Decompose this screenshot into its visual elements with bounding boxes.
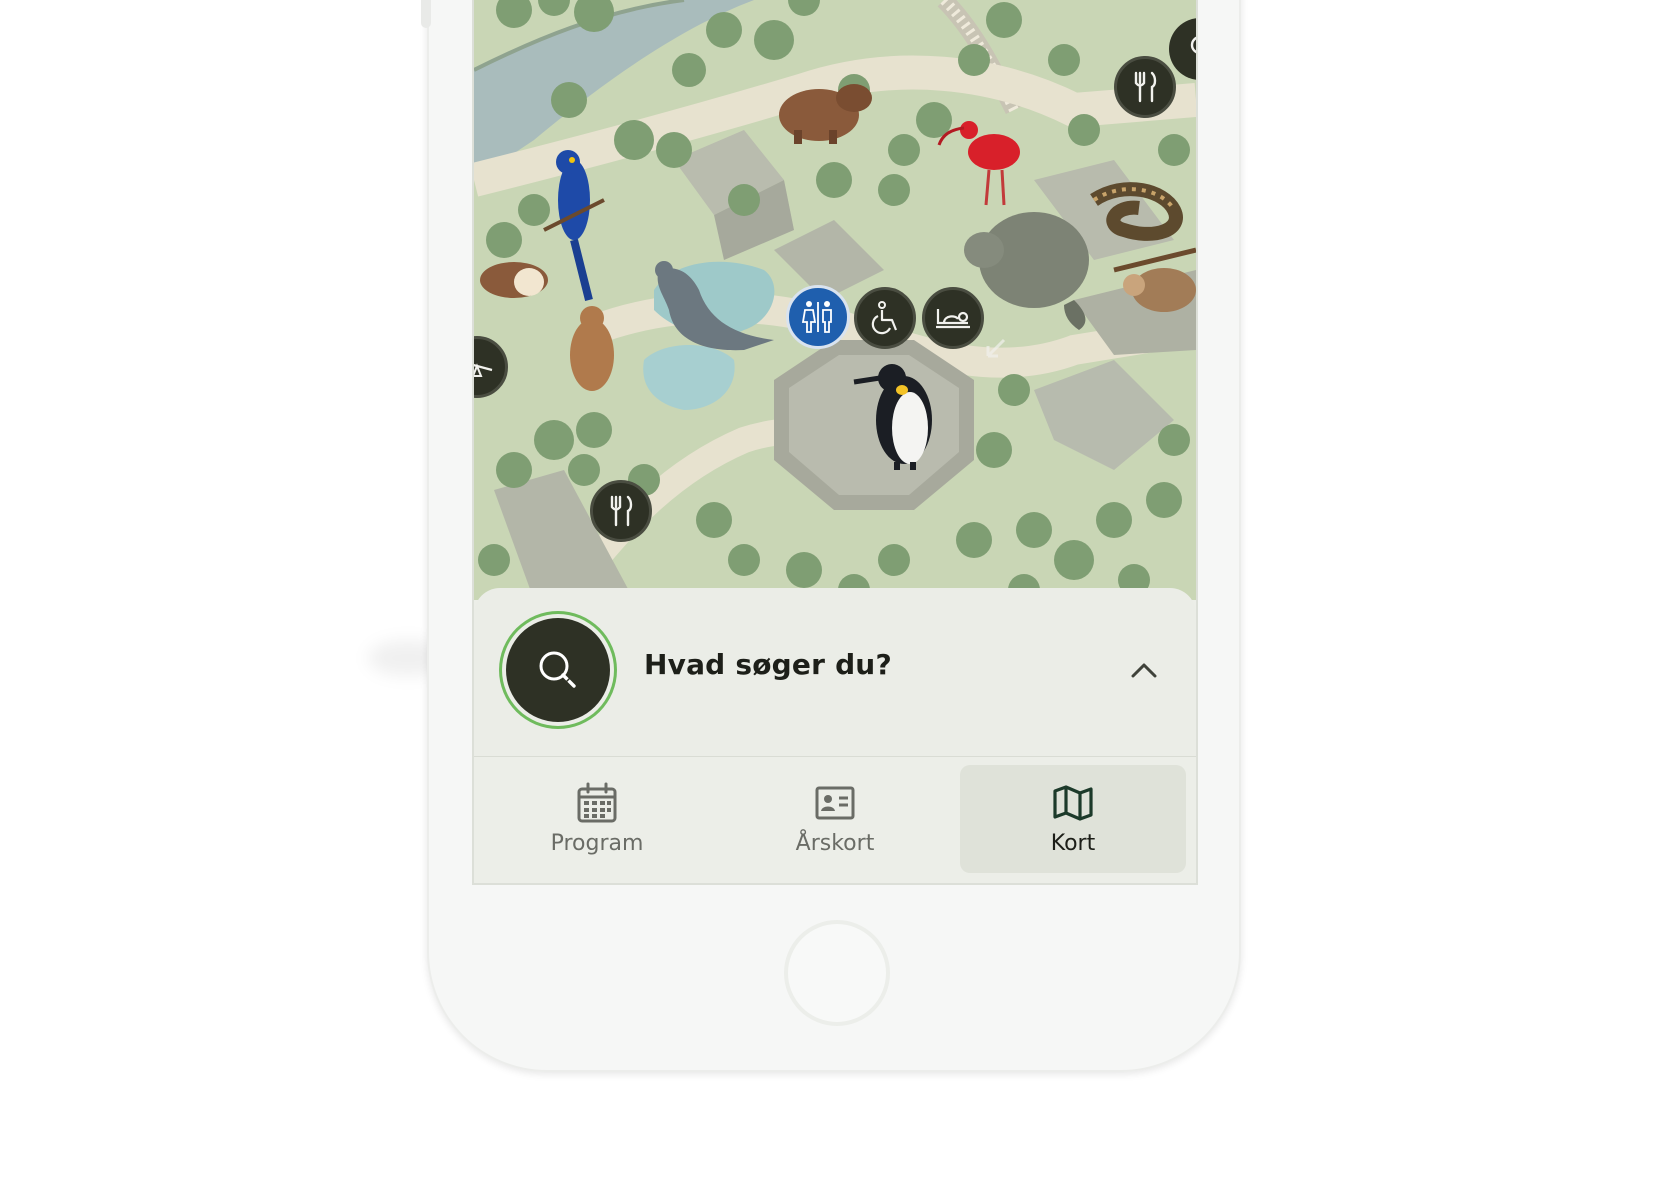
- tab-arskort-label: Årskort: [795, 831, 875, 856]
- baby-changing-icon: [936, 309, 970, 329]
- wheelchair-marker[interactable]: [854, 287, 916, 349]
- tab-kort[interactable]: Kort: [960, 765, 1186, 873]
- search-prompt[interactable]: Hvad søger du?: [644, 648, 892, 681]
- search-button[interactable]: [506, 618, 610, 722]
- tab-arskort[interactable]: Årskort: [722, 765, 948, 873]
- search-icon: [539, 651, 576, 688]
- app-screen: Hvad søger du? Program Årskort Kort: [472, 0, 1198, 885]
- zoo-map[interactable]: [474, 0, 1196, 600]
- tab-program[interactable]: Program: [484, 765, 710, 873]
- id-card-icon: [815, 786, 855, 820]
- home-button[interactable]: [784, 920, 890, 1026]
- bottom-tab-bar: Program Årskort Kort: [474, 757, 1196, 883]
- search-panel: Hvad søger du?: [474, 588, 1196, 758]
- toilet-icon: [801, 301, 832, 333]
- tab-program-label: Program: [550, 831, 644, 856]
- guinea-pig: [480, 262, 548, 298]
- baby-changing-marker[interactable]: [922, 287, 984, 349]
- tab-kort-label: Kort: [1050, 831, 1096, 856]
- expand-panel-button[interactable]: [1124, 650, 1164, 690]
- chevron-up-icon: [1131, 663, 1157, 678]
- restaurant-icon: [610, 495, 633, 527]
- seesaw-icon: [474, 363, 493, 377]
- restaurant-marker-2[interactable]: [590, 480, 652, 542]
- phone-side-button: [421, 0, 431, 28]
- tree-icon: [1190, 36, 1196, 54]
- restaurant-icon: [1134, 71, 1157, 103]
- map-icon: [1053, 785, 1093, 821]
- restaurant-marker[interactable]: [1114, 56, 1176, 118]
- toilet-marker[interactable]: [786, 285, 850, 349]
- wheelchair-icon: [871, 301, 898, 335]
- direction-arrow-icon: [982, 336, 1008, 362]
- calendar-icon: [577, 782, 617, 823]
